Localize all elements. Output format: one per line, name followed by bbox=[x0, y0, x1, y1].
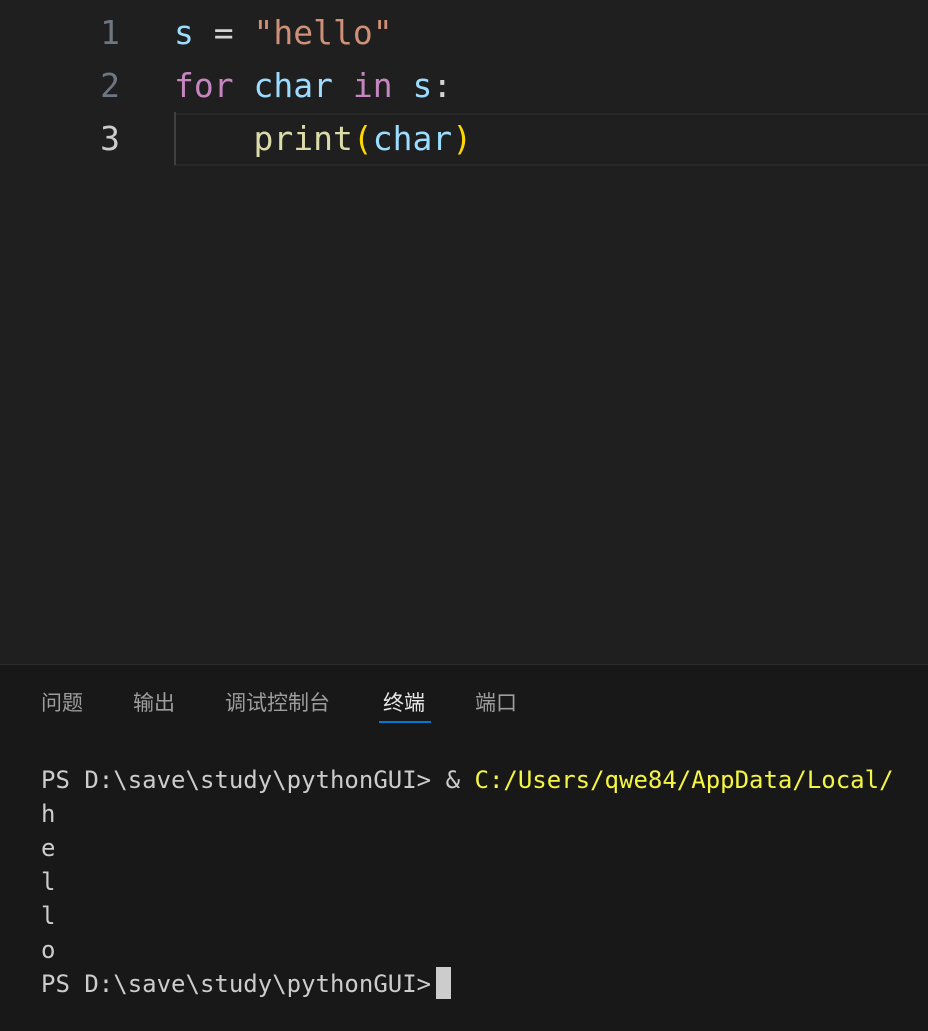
token-bracket: ( bbox=[352, 119, 373, 158]
token-operator: = bbox=[193, 13, 254, 52]
terminal-command-path: C:/Users/qwe84/AppData/Local/ bbox=[474, 766, 894, 794]
token-variable: char bbox=[253, 66, 333, 105]
token-bracket: ) bbox=[452, 119, 473, 158]
token-keyword: in bbox=[352, 66, 393, 105]
code-editor[interactable]: 1 s = "hello" 2 for char in s: 3 print(c… bbox=[0, 0, 928, 664]
terminal-output-line: o bbox=[41, 936, 56, 964]
terminal[interactable]: PS D:\save\study\pythonGUI> & C:/Users/q… bbox=[41, 763, 928, 1001]
token-keyword: for bbox=[174, 66, 234, 105]
line-number: 1 bbox=[100, 13, 120, 52]
terminal-prompt: PS D:\save\study\pythonGUI> bbox=[41, 970, 432, 998]
code-text[interactable]: for char in s: bbox=[174, 59, 452, 112]
token-punctuation: : bbox=[432, 66, 453, 105]
token-variable: s bbox=[174, 13, 194, 52]
terminal-command-line: PS D:\save\study\pythonGUI> & C:/Users/q… bbox=[41, 763, 928, 797]
code-text[interactable]: print(char) bbox=[174, 112, 472, 165]
terminal-prompt: PS D:\save\study\pythonGUI> bbox=[41, 766, 432, 794]
tab-problems[interactable]: 问题 bbox=[41, 689, 83, 717]
tab-debug-console[interactable]: 调试控制台 bbox=[225, 689, 330, 717]
token-variable: char bbox=[372, 119, 453, 158]
terminal-output-line: e bbox=[41, 834, 56, 862]
terminal-output-line: l bbox=[41, 868, 56, 896]
panel-tabs: 问题 输出 调试控制台 终端 端口 bbox=[0, 665, 928, 745]
tab-ports[interactable]: 端口 bbox=[475, 689, 517, 717]
terminal-input-line[interactable]: PS D:\save\study\pythonGUI> bbox=[41, 967, 928, 1001]
token-string: "hello" bbox=[253, 13, 393, 52]
tab-output[interactable]: 输出 bbox=[133, 689, 175, 717]
bottom-panel: 问题 输出 调试控制台 终端 端口 PS D:\save\study\pytho… bbox=[0, 664, 928, 1031]
terminal-output-line: l bbox=[41, 902, 56, 930]
line-number: 3 bbox=[100, 119, 120, 158]
active-tab-indicator bbox=[379, 721, 431, 723]
line-number: 2 bbox=[100, 66, 120, 105]
terminal-cursor bbox=[436, 967, 452, 999]
code-line-2[interactable]: 2 for char in s: bbox=[0, 59, 928, 112]
token-function: print bbox=[253, 119, 353, 158]
code-text[interactable]: s = "hello" bbox=[174, 6, 393, 59]
tab-terminal[interactable]: 终端 bbox=[383, 689, 425, 717]
terminal-output-line: h bbox=[41, 800, 56, 828]
code-line-3[interactable]: 3 print(char) bbox=[0, 112, 928, 165]
terminal-command-operator: & bbox=[431, 766, 475, 794]
code-line-1[interactable]: 1 s = "hello" bbox=[0, 6, 928, 59]
token-variable: s bbox=[412, 66, 433, 105]
